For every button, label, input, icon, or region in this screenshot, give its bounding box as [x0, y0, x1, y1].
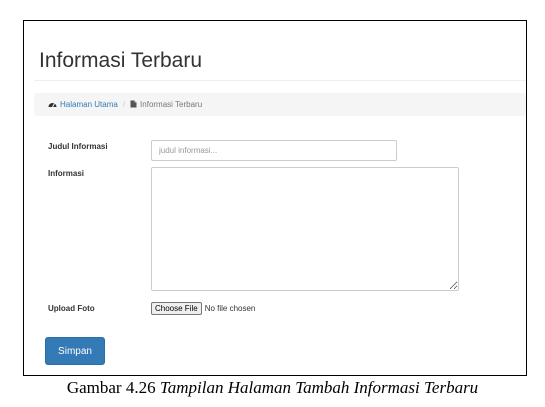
- caption-title: Tampilan Halaman Tambah Informasi Terbar…: [159, 378, 479, 397]
- informasi-textarea[interactable]: [151, 167, 459, 291]
- dashboard-icon: [48, 94, 57, 117]
- breadcrumb-home-link[interactable]: Halaman Utama: [60, 100, 118, 109]
- judul-informasi-input[interactable]: [151, 140, 397, 161]
- caption-number: Gambar 4.26: [66, 378, 156, 397]
- informasi-label: Informasi: [48, 169, 85, 178]
- upload-foto-label: Upload Foto: [48, 304, 95, 313]
- screenshot-frame: Informasi Terbaru Halaman Utama / Informa…: [23, 20, 527, 376]
- judul-informasi-label: Judul Informasi: [48, 142, 108, 151]
- page-title: Informasi Terbaru: [39, 49, 203, 72]
- breadcrumb: Halaman Utama / Informasi Terbaru: [34, 93, 526, 116]
- choose-file-button[interactable]: Choose File: [151, 302, 202, 315]
- simpan-button[interactable]: Simpan: [45, 337, 105, 365]
- figure-caption: Gambar 4.26 Tampilan Halaman Tambah Info…: [0, 378, 545, 398]
- file-upload-control: Choose File No file chosen: [151, 302, 255, 316]
- file-icon: [130, 94, 137, 117]
- title-divider: [34, 80, 526, 81]
- breadcrumb-current: Informasi Terbaru: [140, 100, 203, 109]
- file-status-text: No file chosen: [204, 304, 256, 313]
- breadcrumb-separator: /: [122, 100, 126, 109]
